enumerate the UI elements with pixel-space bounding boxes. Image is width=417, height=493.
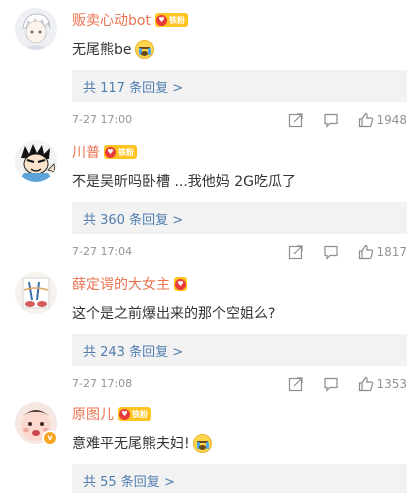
- comment-text: 这个是之前爆出来的那个空姐么?: [72, 306, 276, 322]
- username[interactable]: 川普: [72, 142, 100, 162]
- comment-item: v 原图儿 ♥ 铁粉 意难平无尾熊夫妇! 共 55 条回复 >: [0, 402, 417, 493]
- name-line: 川普 ♥ 铁粉: [72, 142, 137, 162]
- like-count: 1948: [376, 113, 407, 127]
- comment-meta: 7-27 17:08 1353: [72, 376, 407, 392]
- username[interactable]: 原图儿: [72, 404, 114, 424]
- repost-icon[interactable]: [288, 112, 304, 128]
- like-icon[interactable]: [358, 112, 374, 128]
- fan-badge: ♥ 铁粉: [154, 13, 188, 27]
- name-line: 原图儿 ♥ 铁粉: [72, 404, 151, 424]
- like-icon[interactable]: [358, 244, 374, 260]
- verified-badge: v: [42, 430, 58, 446]
- repost-icon[interactable]: [288, 376, 304, 392]
- like-count: 1353: [376, 377, 407, 391]
- username[interactable]: 贩卖心动bot: [72, 10, 151, 30]
- avatar[interactable]: [15, 272, 57, 314]
- view-replies-button[interactable]: 共 117 条回复 >: [72, 70, 407, 102]
- comment-feed: 贩卖心动bot ♥ 铁粉 无尾熊be 共 117 条回复 > 7-27 17:0…: [0, 0, 417, 493]
- comment-icon[interactable]: [323, 244, 339, 260]
- fan-badge: ♥ 铁粉: [118, 407, 151, 421]
- comment-text: 无尾熊be: [72, 38, 154, 60]
- view-replies-button[interactable]: 共 360 条回复 >: [72, 202, 407, 234]
- username[interactable]: 薛定谔的大女主: [72, 274, 170, 294]
- comment-item: 川普 ♥ 铁粉 不是吴昕吗卧槽 ...我他妈 2G吃瓜了 共 360 条回复 >…: [0, 140, 417, 264]
- cry-emoji-icon: [192, 433, 212, 453]
- comment-icon[interactable]: [323, 376, 339, 392]
- heart-icon: ♥: [105, 146, 116, 158]
- like-icon[interactable]: [358, 376, 374, 392]
- timestamp: 7-27 17:00: [72, 113, 133, 126]
- comment-item: 贩卖心动bot ♥ 铁粉 无尾熊be 共 117 条回复 > 7-27 17:0…: [0, 8, 417, 132]
- repost-icon[interactable]: [288, 244, 304, 260]
- like-count: 1817: [376, 245, 407, 259]
- comment-item: 薛定谔的大女主 ♥ 这个是之前爆出来的那个空姐么? 共 243 条回复 > 7-…: [0, 272, 417, 396]
- heart-icon: ♥: [119, 408, 130, 420]
- comment-text: 意难平无尾熊夫妇!: [72, 432, 212, 454]
- comment-meta: 7-27 17:00 1948: [72, 112, 407, 128]
- comment-icon[interactable]: [323, 112, 339, 128]
- view-replies-button[interactable]: 共 243 条回复 >: [72, 334, 407, 366]
- avatar[interactable]: [15, 8, 57, 50]
- timestamp: 7-27 17:04: [72, 245, 133, 258]
- view-replies-button[interactable]: 共 55 条回复 >: [72, 464, 407, 493]
- heart-icon: ♥: [175, 278, 186, 290]
- avatar[interactable]: [15, 140, 57, 182]
- cry-emoji-icon: [134, 39, 154, 59]
- timestamp: 7-27 17:08: [72, 377, 133, 390]
- heart-icon: ♥: [155, 14, 167, 26]
- name-line: 薛定谔的大女主 ♥: [72, 274, 187, 294]
- comment-meta: 7-27 17:04 1817: [72, 244, 407, 260]
- comment-text: 不是吴昕吗卧槽 ...我他妈 2G吃瓜了: [72, 174, 297, 190]
- fan-badge: ♥ 铁粉: [104, 145, 137, 159]
- fan-badge: ♥: [174, 277, 187, 291]
- name-line: 贩卖心动bot ♥ 铁粉: [72, 10, 188, 30]
